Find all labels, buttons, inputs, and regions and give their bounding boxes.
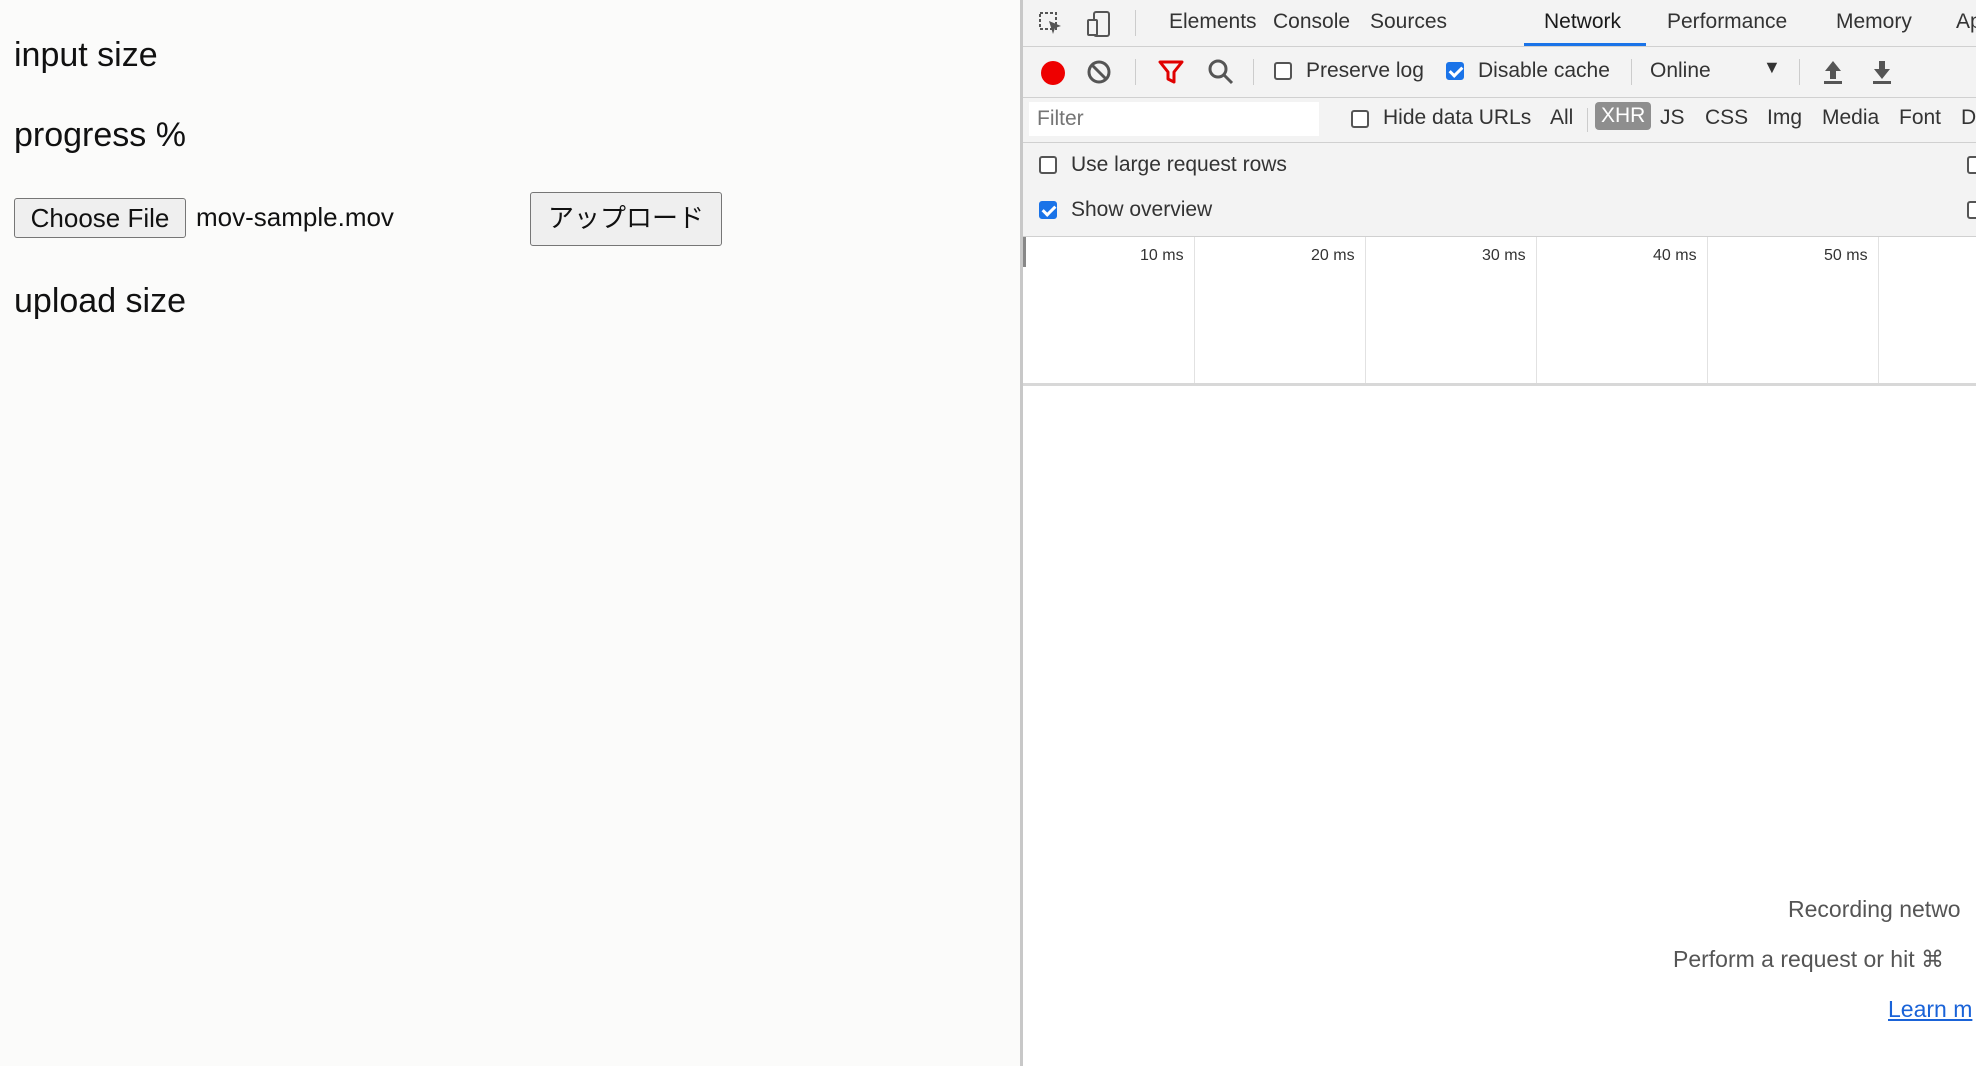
timeline-tick: 30 ms [1482,247,1526,264]
import-har-icon[interactable] [1819,58,1847,86]
timeline-gridline [1878,237,1879,383]
type-filter-font[interactable]: Font [1899,106,1941,130]
show-overview-label: Show overview [1071,198,1213,221]
throttling-select[interactable]: Online [1650,59,1711,83]
type-filter-all[interactable]: All [1550,106,1573,130]
device-toolbar-icon[interactable] [1085,10,1113,38]
web-page: input size progress % Choose File mov-sa… [0,0,1020,1066]
disable-cache-label: Disable cache [1478,59,1610,82]
upload-size-label: upload size [14,282,187,320]
request-list-empty: Recording netwo Perform a request or hit… [1023,386,1976,1066]
tab-sources[interactable]: Sources [1370,10,1447,34]
active-tab-indicator [1524,43,1646,46]
inspect-element-icon[interactable] [1037,10,1065,38]
timeline-gridline [1536,237,1537,383]
type-filter-media[interactable]: Media [1822,106,1879,130]
timeline-cursor [1023,237,1026,267]
type-filter-doc[interactable]: Do [1961,106,1976,130]
timeline-gridline [1365,237,1366,383]
show-overview-checkbox[interactable] [1039,201,1057,219]
tab-memory[interactable]: Memory [1836,10,1912,34]
selected-file-name: mov-sample.mov [196,202,394,232]
toolbar-separator [1631,59,1632,85]
clear-icon[interactable] [1085,58,1113,86]
timeline-tick: 10 ms [1140,247,1184,264]
capture-screenshots-checkbox[interactable] [1967,201,1976,219]
record-icon[interactable] [1041,61,1065,85]
empty-state-title: Recording netwo [1788,896,1961,922]
type-filter-xhr[interactable]: XHR [1595,102,1652,130]
devtools-panel: Elements Console Sources Network Perform… [1020,0,1976,1066]
type-filter-css[interactable]: CSS [1705,106,1748,130]
group-by-frame-checkbox[interactable] [1967,156,1976,174]
chevron-down-icon[interactable]: ▼ [1763,57,1781,78]
learn-more-link[interactable]: Learn m [1888,996,1972,1023]
timeline-tick: 50 ms [1824,247,1868,264]
type-filter-js[interactable]: JS [1660,106,1685,130]
network-overview[interactable]: 10 ms 20 ms 30 ms 40 ms 50 ms [1023,237,1976,386]
tab-separator [1135,10,1136,36]
empty-state-hint: Perform a request or hit ⌘ [1673,946,1944,972]
filter-input[interactable] [1029,102,1319,136]
filter-separator [1587,108,1588,132]
network-settings: Use large request rows Show overview [1023,143,1976,237]
search-icon[interactable] [1207,58,1235,86]
devtools-tab-bar: Elements Console Sources Network Perform… [1023,0,1976,47]
preserve-log-checkbox[interactable] [1274,62,1292,80]
input-size-label: input size [14,36,158,74]
choose-file-button[interactable]: Choose File [14,198,186,238]
disable-cache-checkbox[interactable] [1446,62,1464,80]
timeline-tick: 40 ms [1653,247,1697,264]
export-har-icon[interactable] [1868,58,1896,86]
tab-application[interactable]: Ap [1956,10,1976,34]
timeline-tick: 20 ms [1311,247,1355,264]
timeline-gridline [1707,237,1708,383]
hide-data-urls-label: Hide data URLs [1383,106,1532,129]
toolbar-separator [1135,59,1136,85]
tab-network[interactable]: Network [1544,10,1621,34]
large-rows-label: Use large request rows [1071,153,1287,176]
timeline-gridline [1194,237,1195,383]
preserve-log-label: Preserve log [1306,59,1424,82]
hide-data-urls-checkbox[interactable] [1351,110,1369,128]
tab-elements[interactable]: Elements [1169,10,1257,34]
network-toolbar: Preserve log Disable cache Online ▼ [1023,47,1976,98]
large-rows-checkbox[interactable] [1039,156,1057,174]
toolbar-separator [1253,59,1254,85]
filter-bar: Hide data URLs All XHR JS CSS Img Media … [1023,98,1976,143]
toolbar-separator [1799,59,1800,85]
upload-button[interactable]: アップロード [530,192,722,246]
type-filter-img[interactable]: Img [1767,106,1802,130]
tab-console[interactable]: Console [1273,10,1350,34]
progress-label: progress % [14,116,186,154]
tab-performance[interactable]: Performance [1667,10,1787,34]
filter-icon[interactable] [1157,58,1185,86]
